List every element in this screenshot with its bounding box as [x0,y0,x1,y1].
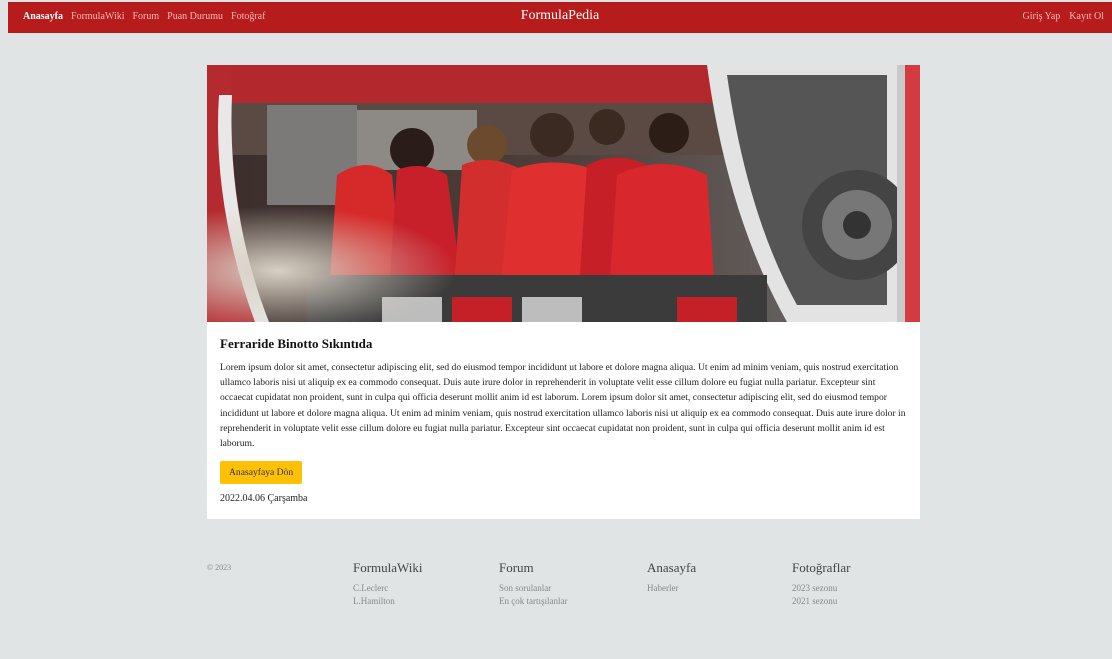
footer-link-hamilton[interactable]: L.Hamilton [353,595,423,608]
footer-col-fotograflar: Fotoğraflar 2023 sezonu 2021 sezonu [792,560,850,608]
footer-heading-anasayfa: Anasayfa [647,560,697,575]
footer-heading-forum: Forum [499,560,534,575]
navbar: Anasayfa FormulaWiki Forum Puan Durumu F… [8,2,1112,33]
article-text: Lorem ipsum dolor sit amet, consectetur … [220,362,906,450]
brand-title[interactable]: FormulaPedia [8,8,1112,24]
footer-link-2021-sezonu[interactable]: 2021 sezonu [792,595,850,608]
back-to-home-button[interactable]: Anasayfaya Dön [220,461,303,485]
footer-link-en-cok-tartisilanlar[interactable]: En çok tartışılanlar [499,595,567,608]
footer-link-leclerc[interactable]: C.Leclerc [353,582,423,595]
auth-links: Giriş Yap Kayıt Ol [1022,11,1104,22]
footer-link-son-sorulanlar[interactable]: Son sorulanlar [499,582,567,595]
footer-col-forum: Forum Son sorulanlar En çok tartışılanla… [499,560,567,608]
footer-heading-fotograflar: Fotoğraflar [792,560,851,575]
footer-col-anasayfa: Anasayfa Haberler [647,560,696,595]
article-title: Ferraride Binotto Sıkıntıda [220,336,373,351]
footer-heading-formulawiki: FormulaWiki [353,560,423,575]
copyright: © 2023 [207,563,232,572]
footer-link-haberler[interactable]: Haberler [647,582,696,595]
footer-col-formulawiki: FormulaWiki C.Leclerc L.Hamilton [353,560,423,608]
footer-link-2023-sezonu[interactable]: 2023 sezonu [792,582,850,595]
article-date: 2022.04.06 Çarşamba [220,493,308,505]
article-card: Ferraride Binotto Sıkıntıda Lorem ipsum … [207,65,920,519]
login-link[interactable]: Giriş Yap [1022,11,1060,22]
register-link[interactable]: Kayıt Ol [1069,11,1104,22]
article-body: Ferraride Binotto Sıkıntıda Lorem ipsum … [220,336,910,504]
article-image [207,65,920,322]
